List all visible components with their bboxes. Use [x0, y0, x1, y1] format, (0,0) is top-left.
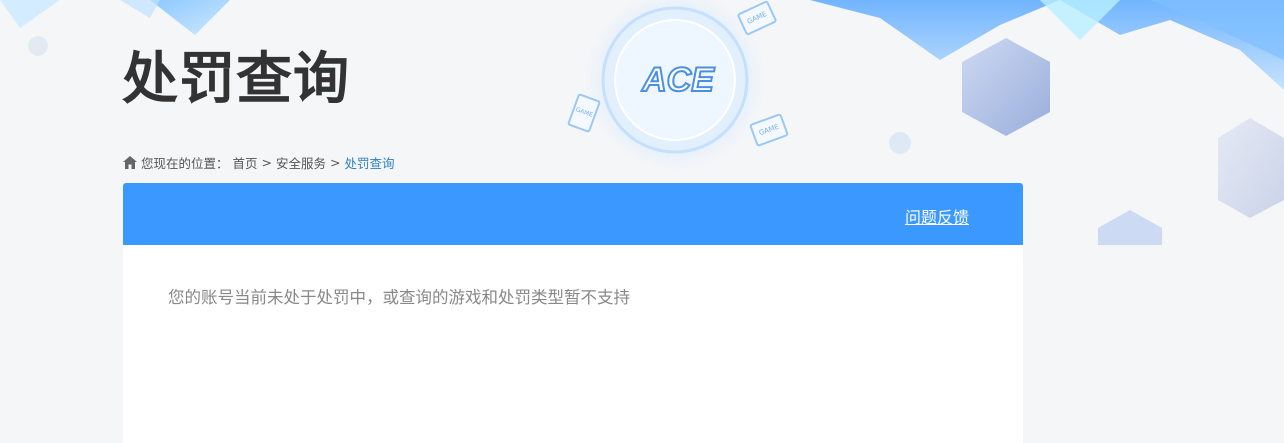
game-badge-label: GAME — [574, 106, 594, 119]
breadcrumb-item-penalty-query[interactable]: 处罚查询 — [345, 153, 395, 172]
breadcrumb-separator: > — [261, 154, 273, 170]
home-icon — [123, 155, 137, 169]
page-title: 处罚查询 — [122, 47, 350, 112]
feedback-link[interactable]: 问题反馈 — [905, 204, 969, 228]
ace-logo: ACE — [630, 58, 726, 100]
penalty-result-panel: 问题反馈 您的账号当前未处于处罚中，或查询的游戏和处罚类型暂不支持 — [123, 183, 1023, 443]
breadcrumb-separator: > — [330, 154, 341, 170]
ace-logo-text: ACE — [641, 61, 715, 98]
ace-logo-mark-icon: ACE — [640, 60, 716, 100]
panel-header: 问题反馈 — [123, 183, 1023, 245]
status-message: 您的账号当前未处于处罚中，或查询的游戏和处罚类型暂不支持 — [168, 288, 630, 307]
breadcrumb-prefix: 您现在的位置： — [141, 155, 229, 171]
game-badge-label: GAME — [745, 10, 769, 26]
game-badge-label: GAME — [757, 122, 781, 138]
breadcrumb: 您现在的位置： 首页 > 安全服务 > 处罚查询 — [123, 152, 395, 172]
breadcrumb-item-security-services[interactable]: 安全服务 — [276, 153, 326, 172]
breadcrumb-item-home[interactable]: 首页 — [233, 153, 258, 172]
